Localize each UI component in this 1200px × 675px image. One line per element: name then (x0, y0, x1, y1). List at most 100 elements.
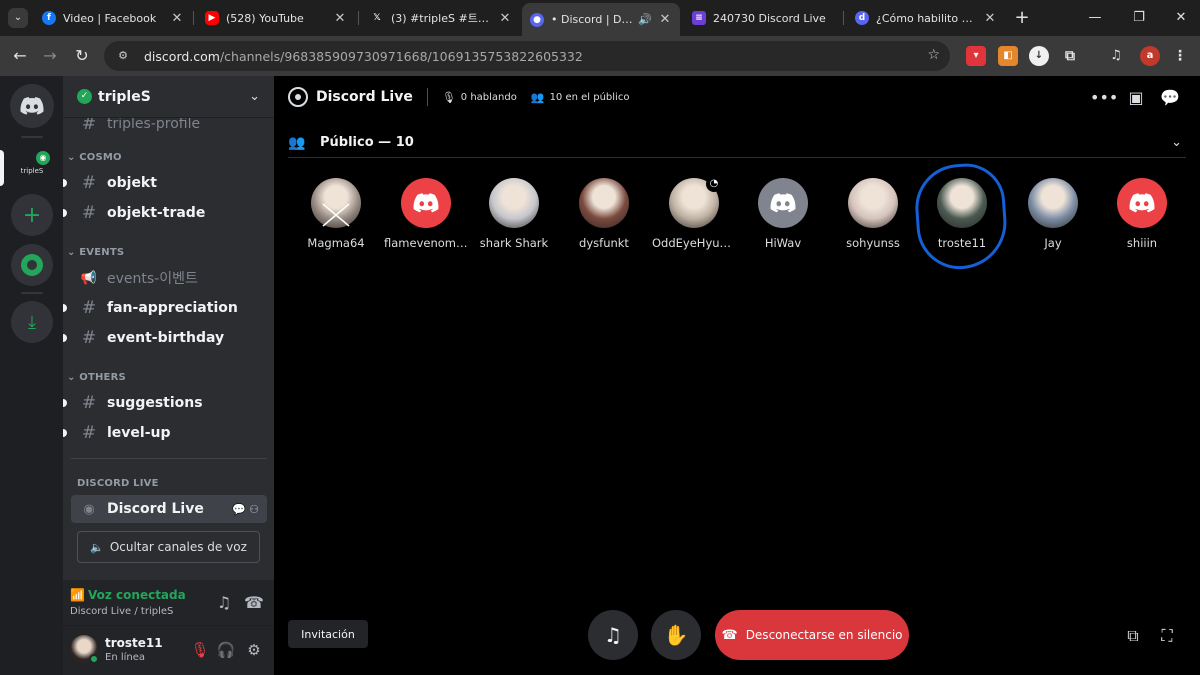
server-header[interactable]: ✓ tripleS ⌄ (63, 76, 274, 118)
audience-member[interactable]: shark Shark (472, 178, 556, 250)
close-icon[interactable]: ✕ (983, 11, 997, 26)
speaker-icon[interactable]: 🔊 (638, 13, 652, 26)
media-control-icon[interactable]: ♫ (1106, 46, 1126, 66)
audience-header-label: Público — 10 (320, 135, 414, 150)
browser-tab[interactable]: ▶ (528) YouTube ✕ (197, 4, 355, 32)
audience-member[interactable]: HiWav (741, 178, 825, 250)
extensions-puzzle-icon[interactable]: ⧉ (1060, 46, 1080, 66)
raise-hand-button[interactable]: ✋ (651, 610, 701, 660)
category-cosmo[interactable]: ⌄ COSMO (67, 152, 122, 163)
browser-tab[interactable]: 𝕏 (3) #tripleS #트리플에 ✕ (362, 4, 520, 32)
explore-servers-icon[interactable] (11, 244, 53, 286)
invite-button[interactable]: Invitación (288, 620, 368, 648)
tab-search-chevron-icon[interactable]: ⌄ (8, 8, 28, 28)
username[interactable]: troste11 (105, 636, 163, 650)
bookmark-star-icon[interactable]: ☆ (927, 47, 940, 63)
fullscreen-icon[interactable]: ⛶ (1155, 624, 1179, 648)
hide-voice-channels-button[interactable]: 🔈 Ocultar canales de voz (77, 531, 260, 563)
back-icon[interactable]: ← (8, 44, 32, 68)
channel-level-up[interactable]: # level-up (63, 419, 267, 447)
download-apps-icon[interactable]: ⤓ (11, 301, 53, 343)
audience-member[interactable]: Magma64 (294, 178, 378, 250)
forward-icon[interactable]: → (38, 44, 62, 68)
browser-tab[interactable]: d ¿Cómo habilito el mic ✕ (847, 4, 1005, 32)
stage-channel-discord-live[interactable]: ◉ Discord Live 💬 ⚇ (71, 495, 267, 523)
popout-icon[interactable]: ▣ (1124, 86, 1148, 110)
extension-pocket-icon[interactable]: ▾ (966, 46, 986, 66)
divider (71, 458, 267, 459)
avatar[interactable] (1028, 178, 1078, 228)
soundboard-button[interactable]: ♫ (588, 610, 638, 660)
tab-separator (358, 11, 359, 25)
chevron-down-icon[interactable]: ⌄ (249, 89, 260, 104)
close-icon[interactable]: ✕ (658, 12, 672, 27)
soundboard-icon[interactable]: ♫ (213, 592, 235, 614)
browser-tab[interactable]: ≡ 240730 Discord Live (684, 4, 842, 32)
chevron-down-icon[interactable]: ⌄ (1171, 135, 1182, 150)
audience-section-header[interactable]: 👥 Público — 10 ⌄ (288, 128, 1186, 158)
audience-member[interactable]: sohyunss (831, 178, 915, 250)
close-icon[interactable]: ✕ (498, 11, 512, 26)
address-bar[interactable]: ⚙ discord.com/channels/96838590973097166… (104, 41, 950, 71)
live-stage-icon: ◉ (36, 151, 50, 165)
browser-menu-icon[interactable]: ⋮ (1170, 46, 1190, 66)
site-settings-icon[interactable]: ⚙ (114, 47, 132, 65)
channel-event-birthday[interactable]: # event-birthday (63, 324, 267, 352)
browser-tab[interactable]: f Video | Facebook ✕ (34, 4, 192, 32)
minimize-icon[interactable]: — (1080, 6, 1110, 30)
headphones-icon[interactable]: 🎧 (215, 639, 237, 661)
reload-icon[interactable]: ↻ (70, 44, 94, 68)
leave-quietly-button[interactable]: ☎ Desconectarse en silencio (715, 610, 909, 660)
channel-events[interactable]: 📢 events-이벤트 (71, 264, 267, 292)
category-discord-live[interactable]: DISCORD LIVE (77, 478, 159, 489)
channel-objekt[interactable]: # objekt (63, 169, 267, 197)
category-events[interactable]: ⌄ EVENTS (67, 247, 124, 258)
disconnect-icon[interactable]: ☎ (243, 592, 265, 614)
chat-bubble-icon[interactable]: 💬 ⚇ (232, 503, 259, 516)
avatar[interactable] (489, 178, 539, 228)
category-others[interactable]: ⌄ OTHERS (67, 372, 126, 383)
channel-suggestions[interactable]: # suggestions (63, 389, 267, 417)
audience-member[interactable]: dysfunkt (562, 178, 646, 250)
add-server-icon[interactable]: + (11, 194, 53, 236)
server-icon-triples[interactable]: ◉ tripleS (11, 146, 53, 188)
mic-muted-icon[interactable]: 🎙 (189, 639, 211, 661)
hashtag-icon: # (81, 298, 97, 318)
window-close-icon[interactable]: ✕ (1166, 6, 1196, 30)
member-name: shark Shark (479, 236, 549, 250)
url-text[interactable]: discord.com/channels/968385909730971668/… (144, 49, 583, 64)
extension-orange-icon[interactable]: ◧ (998, 46, 1018, 66)
channel-fan-appreciation[interactable]: # fan-appreciation (63, 294, 267, 322)
audience-member[interactable]: shiiin (1100, 178, 1184, 250)
avatar[interactable] (1117, 178, 1167, 228)
leave-quietly-label: Desconectarse en silencio (745, 628, 903, 642)
server-name: tripleS (98, 88, 151, 105)
voice-connection-panel: 📶 Voz conectada Discord Live / tripleS ♫… (63, 580, 274, 626)
voice-status[interactable]: Voz conectada (88, 588, 186, 602)
avatar[interactable] (758, 178, 808, 228)
tab-title: 240730 Discord Live (713, 11, 826, 25)
discord-home-icon[interactable] (10, 84, 54, 128)
settings-gear-icon[interactable]: ⚙ (243, 639, 265, 661)
avatar[interactable] (401, 178, 451, 228)
channel-objekt-trade[interactable]: # objekt-trade (63, 199, 267, 227)
restore-icon[interactable]: ❐ (1124, 6, 1154, 30)
profile-avatar[interactable]: a (1140, 46, 1160, 66)
chat-icon[interactable]: 💬 (1158, 86, 1182, 110)
audience-member[interactable]: flamevenoms... (384, 178, 468, 250)
avatar[interactable] (848, 178, 898, 228)
more-options-icon[interactable]: ••• (1090, 86, 1118, 110)
guild-separator (21, 136, 43, 138)
browser-tab-active[interactable]: ● • Discord | Discor 🔊 ✕ (522, 3, 680, 36)
avatar-decoration (311, 178, 361, 228)
close-icon[interactable]: ✕ (333, 11, 347, 26)
voice-location[interactable]: Discord Live / tripleS (70, 606, 173, 617)
popout-window-icon[interactable]: ⧉ (1121, 624, 1145, 648)
close-icon[interactable]: ✕ (170, 11, 184, 26)
new-tab-icon[interactable]: + (1012, 6, 1032, 30)
download-icon[interactable]: ↓ (1029, 46, 1049, 66)
avatar[interactable] (579, 178, 629, 228)
audience-member[interactable]: ◔ OddEyeHyunjin (652, 176, 736, 250)
audience-member[interactable]: Jay (1011, 178, 1095, 250)
hashtag-icon: # (81, 393, 97, 413)
